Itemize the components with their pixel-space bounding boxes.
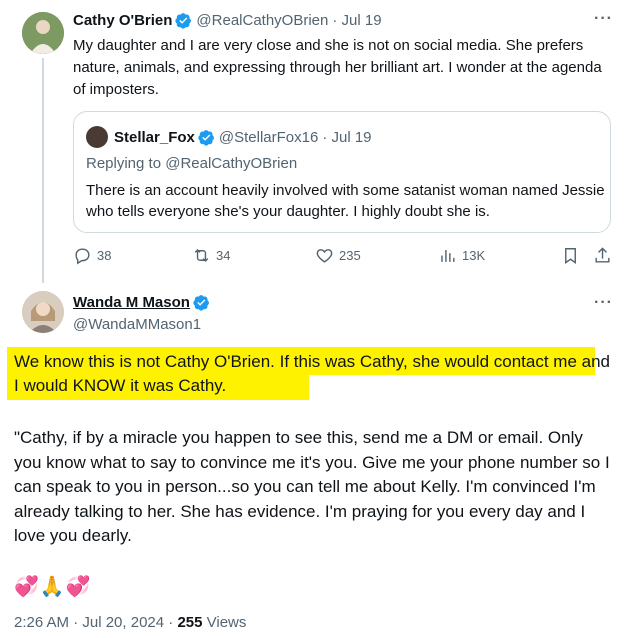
repost-button[interactable]: 34 — [192, 246, 230, 265]
avatar-stellar-fox — [86, 126, 108, 148]
reply-icon — [75, 248, 90, 265]
tweet2-author-name-text[interactable]: Wanda M Mason — [73, 294, 190, 311]
quote-header: Stellar_Fox @StellarFox16 · Jul 19 — [86, 126, 372, 148]
avatar-wanda[interactable] — [22, 291, 64, 333]
verified-badge-icon — [198, 129, 214, 146]
quote-replying-to: Replying to @RealCathyOBrien — [86, 155, 298, 172]
tweet1-handle[interactable]: @RealCathyOBrien — [196, 12, 328, 29]
tweet2-author-name[interactable]: Wanda M Mason — [73, 294, 214, 311]
tweet2-handle[interactable]: @WandaMMason1 — [73, 316, 201, 333]
repost-count: 34 — [216, 248, 231, 263]
verified-badge-icon — [175, 13, 192, 29]
heart-icon — [316, 249, 333, 263]
more-options-icon[interactable]: ··· — [594, 10, 613, 28]
views-button[interactable]: 13K — [438, 246, 485, 265]
tweet1-date[interactable]: · Jul 19 — [332, 12, 381, 29]
verified-badge-icon — [193, 295, 209, 311]
bookmark-button[interactable] — [561, 246, 585, 265]
quote-handle: @StellarFox16 — [218, 128, 319, 146]
reply-count: 38 — [97, 248, 112, 263]
share-icon — [595, 247, 610, 263]
tweet1-body: My daughter and I are very close and she… — [73, 37, 602, 98]
tweet2-view-count: 255 — [177, 614, 203, 631]
tweet2-views-label: Views — [202, 614, 247, 631]
tweet1-header: Cathy O'Brien @RealCathyOBrien · Jul 19 — [73, 12, 382, 29]
repost-icon — [194, 248, 209, 263]
folded-hands-emoji: 🙏 — [39, 576, 65, 598]
like-button[interactable]: 235 — [315, 246, 361, 265]
share-button[interactable] — [593, 246, 617, 265]
quoted-tweet[interactable]: Stellar_Fox @StellarFox16 · Jul 19 Reply… — [73, 111, 611, 233]
tweet2-timestamp[interactable]: 2:26 AM · Jul 20, 2024 · — [14, 614, 177, 631]
quote-body: There is an account heavily involved wit… — [86, 182, 605, 220]
bookmark-icon — [565, 248, 576, 264]
quote-author-name: Stellar_Fox — [114, 128, 195, 146]
tweet1-author-name[interactable]: Cathy O'Brien — [73, 12, 172, 29]
tweet2-body: "Cathy, if by a miracle you happen to se… — [14, 428, 610, 545]
thread-line — [42, 58, 44, 283]
two-hearts-emoji: 💞 — [65, 576, 91, 598]
avatar-cathy[interactable] — [22, 12, 64, 54]
tweet1-action-bar: 38 34 235 13K — [73, 246, 613, 268]
emoji-row: 💞 🙏 💞 — [14, 574, 91, 599]
tweet2-metadata: 2:26 AM · Jul 20, 2024 · 255 Views — [14, 614, 246, 631]
more-options-icon[interactable]: ··· — [594, 294, 613, 312]
like-count: 235 — [339, 248, 361, 263]
views-count: 13K — [462, 248, 486, 263]
two-hearts-emoji: 💞 — [14, 576, 39, 598]
tweet2-highlighted-text: We know this is not Cathy O'Brien. If th… — [14, 352, 610, 395]
analytics-icon — [441, 249, 455, 262]
reply-button[interactable]: 38 — [73, 246, 111, 265]
quote-date: · Jul 19 — [322, 128, 372, 146]
